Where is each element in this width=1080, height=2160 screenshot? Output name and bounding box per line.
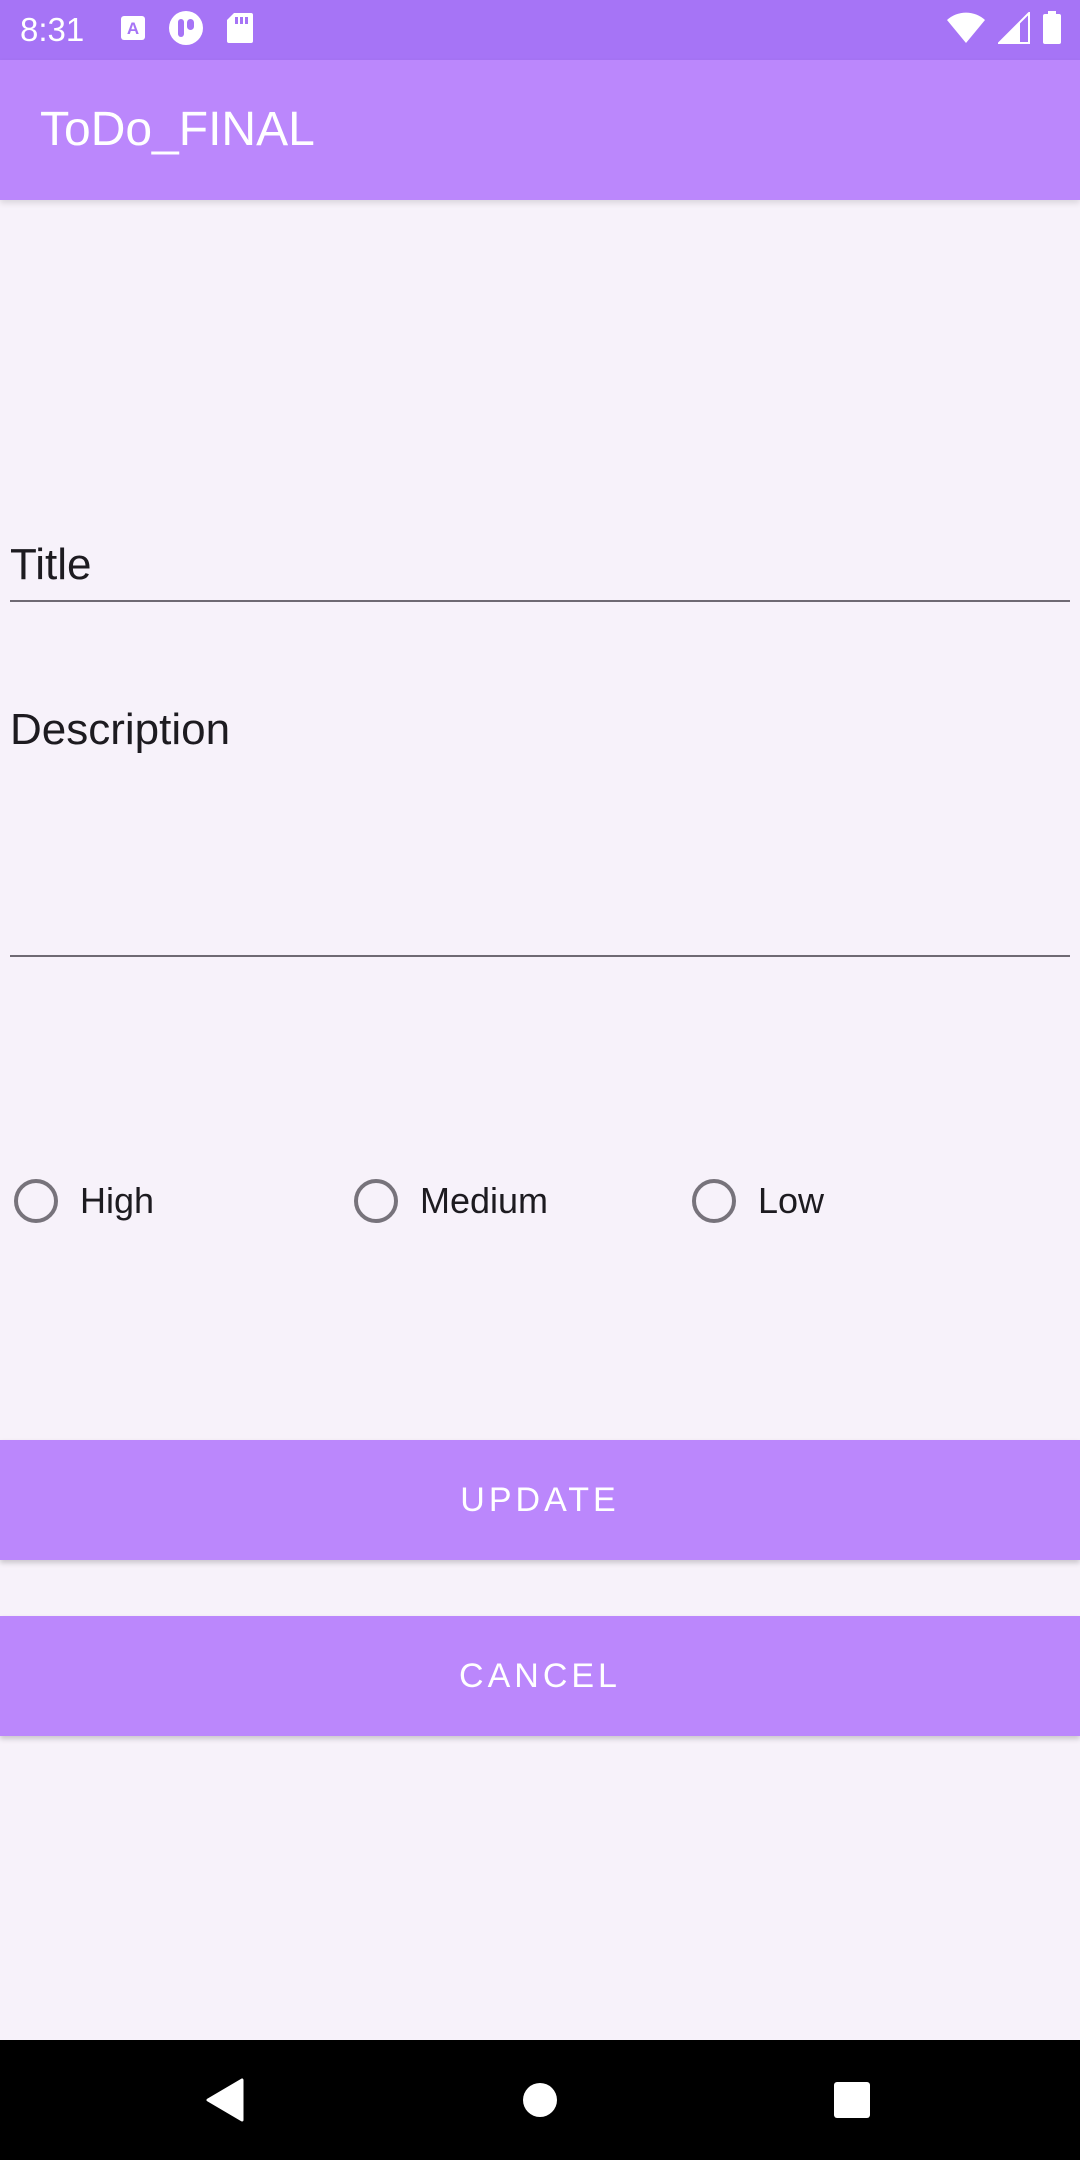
back-icon[interactable]: [195, 2070, 255, 2130]
description-field-container: [10, 700, 1070, 962]
title-field-container: [10, 530, 1070, 602]
app-title: ToDo_FINAL: [40, 103, 315, 156]
recents-icon[interactable]: [822, 2070, 882, 2130]
app-bar: ToDo_FINAL: [0, 60, 1080, 200]
tracker-icon: [168, 10, 204, 51]
update-button[interactable]: UPDATE: [0, 1440, 1080, 1560]
todo-edit-screen: 8:31 A ToDo_FINAL Title Description High…: [0, 0, 1080, 2160]
status-time: 8:31: [20, 11, 85, 48]
a-font-icon: A: [120, 15, 146, 46]
description-input[interactable]: [10, 700, 1070, 957]
radio-unchecked-icon[interactable]: [692, 1179, 736, 1223]
status-system-icons: [946, 10, 1062, 50]
priority-high-radio[interactable]: High: [14, 1175, 154, 1227]
radio-unchecked-icon[interactable]: [354, 1179, 398, 1223]
priority-medium-label[interactable]: Medium: [420, 1180, 548, 1222]
priority-high-label[interactable]: High: [80, 1180, 154, 1222]
priority-medium-radio[interactable]: Medium: [354, 1175, 548, 1227]
cancel-button[interactable]: CANCEL: [0, 1616, 1080, 1736]
svg-text:A: A: [127, 19, 139, 38]
priority-low-label[interactable]: Low: [758, 1180, 824, 1222]
navigation-bar: [0, 2040, 1080, 2160]
battery-icon: [1042, 10, 1062, 50]
status-bar: 8:31 A: [0, 0, 1080, 60]
status-notification-icons: A: [120, 10, 254, 49]
title-input[interactable]: [10, 530, 1070, 602]
priority-low-radio[interactable]: Low: [692, 1175, 824, 1227]
wifi-icon: [946, 12, 986, 49]
radio-unchecked-icon[interactable]: [14, 1179, 58, 1223]
home-icon[interactable]: [510, 2070, 570, 2130]
sd-card-icon: [226, 12, 254, 49]
priority-radio-group: High Medium Low: [14, 1175, 1064, 1227]
cell-signal-icon: [996, 10, 1030, 49]
